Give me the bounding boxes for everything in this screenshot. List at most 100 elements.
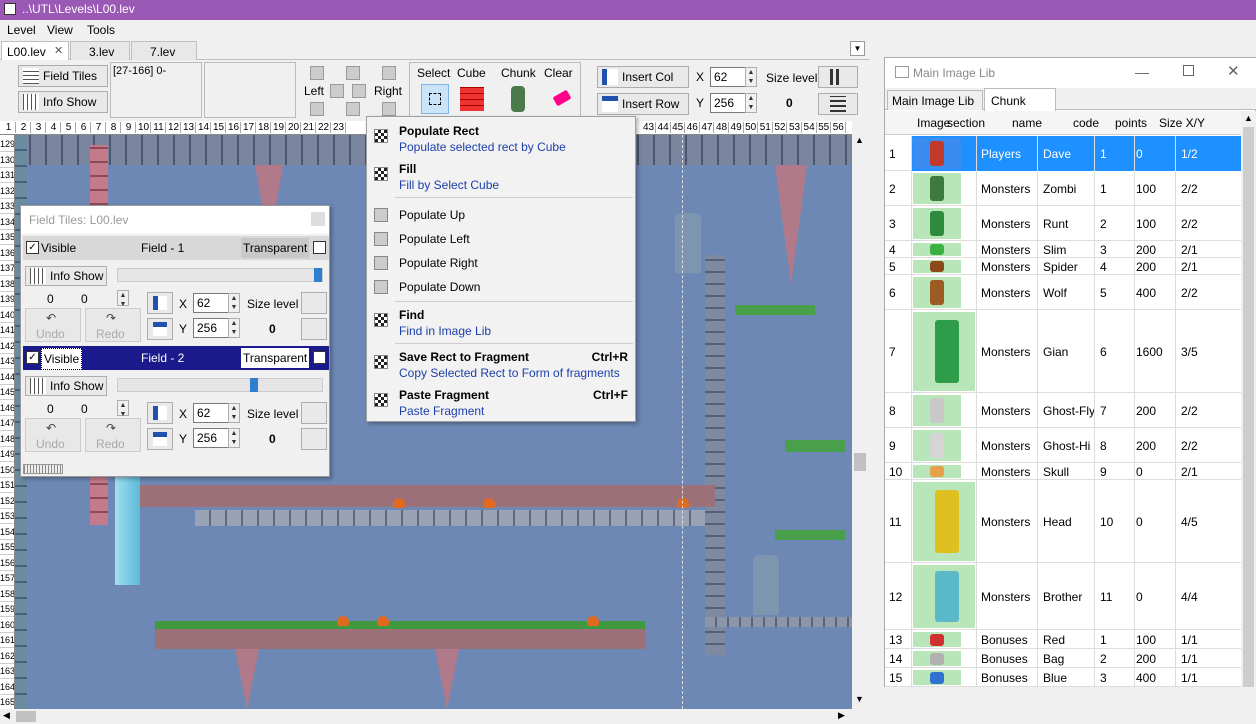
menu-tools[interactable]: Tools — [87, 23, 115, 37]
scroll-left-icon[interactable]: ◀ — [3, 710, 10, 721]
chunk-tool-button[interactable] — [504, 84, 532, 114]
arrow-up-right-icon[interactable] — [382, 66, 396, 80]
close-icon[interactable]: ✕ — [1227, 62, 1240, 80]
field-1-y-input[interactable]: 256 — [193, 318, 229, 338]
field-1-slider[interactable] — [117, 268, 323, 282]
field-2-x-spinner[interactable]: ▲ ▼ — [228, 403, 240, 423]
col-image-header[interactable]: Image — [917, 116, 950, 130]
field-1-x-spinner[interactable]: ▲ ▼ — [228, 293, 240, 313]
menu-view[interactable]: View — [47, 23, 73, 37]
cube-tool-button[interactable] — [458, 84, 486, 114]
table-row[interactable]: 7 Monsters Gian 6 1600 3/5 — [885, 310, 1241, 393]
tabs-dropdown-button[interactable]: ▼ — [850, 41, 865, 56]
arrow-right-icon[interactable] — [352, 84, 366, 98]
scroll-down-icon[interactable]: ▼ — [855, 694, 864, 704]
image-lib-titlebar[interactable]: Main Image Lib — ✕ — [885, 58, 1256, 88]
field-tiles-status-grip[interactable] — [23, 464, 63, 474]
field-2-insert-row-button[interactable] — [147, 428, 173, 450]
field-1-undo-button[interactable]: ↶ Undo — [25, 308, 81, 342]
left-label[interactable]: Left — [304, 84, 324, 98]
field-1-y-spinner[interactable]: ▲ ▼ — [228, 318, 240, 338]
arrow-up-left-icon[interactable] — [310, 66, 324, 80]
size-up-button[interactable] — [818, 66, 858, 88]
menu-level[interactable]: Level — [7, 23, 36, 37]
field-1-size-up-button[interactable] — [301, 292, 327, 314]
table-row[interactable]: 2 Monsters Zombi 1 100 2/2 — [885, 171, 1241, 206]
image-lib-scrollbar[interactable]: ▲ — [1241, 111, 1256, 687]
slider-thumb[interactable] — [314, 268, 322, 282]
map-vertical-scrollbar[interactable]: ▲ ▼ — [852, 135, 868, 709]
fill-item[interactable]: Fill Fill by Select Cube — [368, 159, 634, 195]
close-icon[interactable]: ✕ — [54, 44, 63, 57]
table-row[interactable]: 1 Players Dave 1 0 1/2 — [885, 136, 1241, 171]
slider-thumb[interactable] — [250, 378, 258, 392]
transparent-checkbox[interactable] — [313, 351, 326, 364]
scroll-up-icon[interactable]: ▲ — [855, 135, 864, 145]
arrow-down-right-icon[interactable] — [382, 102, 396, 116]
populate-up-item[interactable]: Populate Up — [368, 205, 634, 227]
scroll-right-icon[interactable]: ▶ — [838, 710, 845, 721]
field-1-insert-col-button[interactable] — [147, 292, 173, 314]
field-1-insert-row-button[interactable] — [147, 318, 173, 340]
visible-checkbox[interactable]: ✓ — [26, 241, 39, 254]
visible-checkbox[interactable]: ✓ — [26, 351, 39, 364]
populate-right-item[interactable]: Populate Right — [368, 253, 634, 275]
table-row[interactable]: 15 Bonuses Blue 3 400 1/1 — [885, 668, 1241, 687]
y-input[interactable]: 256 — [710, 93, 746, 113]
populate-rect-item[interactable]: Populate Rect Populate selected rect by C… — [368, 121, 634, 157]
field-tiles-button[interactable]: Field Tiles — [18, 65, 108, 87]
field-1-info-show-button[interactable]: Info Show — [25, 266, 107, 286]
insert-col-button[interactable]: Insert Col — [597, 66, 689, 88]
field-1-x-input[interactable]: 62 — [193, 293, 229, 313]
minimize-icon[interactable]: — — [1135, 64, 1149, 80]
paste-fragment-item[interactable]: Paste Fragment Paste Fragment Ctrl+F — [368, 385, 634, 421]
field-2-spinner[interactable]: ▲ ▼ — [117, 400, 129, 418]
table-row[interactable]: 14 Bonuses Bag 2 200 1/1 — [885, 649, 1241, 668]
maximize-icon[interactable] — [1183, 65, 1194, 76]
field-2-y-input[interactable]: 256 — [193, 428, 229, 448]
scroll-up-icon[interactable]: ▲ — [1244, 113, 1253, 123]
table-row[interactable]: 9 Monsters Ghost-Hi 8 200 2/2 — [885, 428, 1241, 463]
map-horizontal-scrollbar[interactable]: ◀ ▶ — [0, 709, 852, 724]
col-code-header[interactable]: code — [1073, 116, 1099, 130]
table-row[interactable]: 12 Monsters Brother 11 0 4/4 — [885, 563, 1241, 630]
scroll-thumb[interactable] — [854, 453, 866, 471]
col-points-header[interactable]: points — [1115, 116, 1147, 130]
field-1-redo-button[interactable]: ↷ Redo — [85, 308, 141, 342]
table-row[interactable]: 13 Bonuses Red 1 100 1/1 — [885, 630, 1241, 649]
table-row[interactable]: 6 Monsters Wolf 5 400 2/2 — [885, 275, 1241, 310]
field-2-redo-button[interactable]: ↷ Redo — [85, 418, 141, 452]
arrow-down-icon[interactable] — [346, 102, 360, 116]
tab-main-image-lib[interactable]: Main Image Lib — [887, 90, 983, 110]
field-2-size-down-button[interactable] — [301, 428, 327, 450]
table-row[interactable]: 11 Monsters Head 10 0 4/5 — [885, 480, 1241, 563]
insert-row-button[interactable]: Insert Row — [597, 93, 689, 115]
x-input[interactable]: 62 — [710, 67, 746, 87]
y-spinner[interactable]: ▲ ▼ — [745, 93, 757, 113]
close-icon[interactable] — [311, 212, 325, 226]
size-down-button[interactable] — [818, 93, 858, 115]
right-label[interactable]: Right — [374, 84, 402, 98]
find-item[interactable]: Find Find in Image Lib — [368, 305, 634, 341]
field-2-y-spinner[interactable]: ▲ ▼ — [228, 428, 240, 448]
x-spinner[interactable]: ▲ ▼ — [745, 67, 757, 87]
field-2-slider[interactable] — [117, 378, 323, 392]
field-2-undo-button[interactable]: ↶ Undo — [25, 418, 81, 452]
arrow-up-icon[interactable] — [346, 66, 360, 80]
field-1-spinner[interactable]: ▲ ▼ — [117, 290, 129, 308]
table-row[interactable]: 5 Monsters Spider 4 200 2/1 — [885, 258, 1241, 275]
clear-tool-button[interactable] — [548, 84, 576, 114]
populate-down-item[interactable]: Populate Down — [368, 277, 634, 299]
tab-3[interactable]: 3.lev — [70, 41, 130, 60]
table-row[interactable]: 10 Monsters Skull 9 0 2/1 — [885, 463, 1241, 480]
select-tool-button[interactable] — [421, 84, 449, 114]
field-2-info-show-button[interactable]: Info Show — [25, 376, 107, 396]
arrow-down-left-icon[interactable] — [310, 102, 324, 116]
field-tiles-titlebar[interactable]: Field Tiles: L00.lev — [21, 206, 329, 234]
col-size-header[interactable]: Size X/Y — [1159, 116, 1205, 130]
col-section-header[interactable]: section — [947, 116, 985, 130]
transparent-checkbox[interactable] — [313, 241, 326, 254]
info-show-button[interactable]: Info Show — [18, 91, 108, 113]
table-row[interactable]: 4 Monsters Slim 3 200 2/1 — [885, 241, 1241, 258]
tab-chunk[interactable]: Chunk — [984, 88, 1056, 111]
